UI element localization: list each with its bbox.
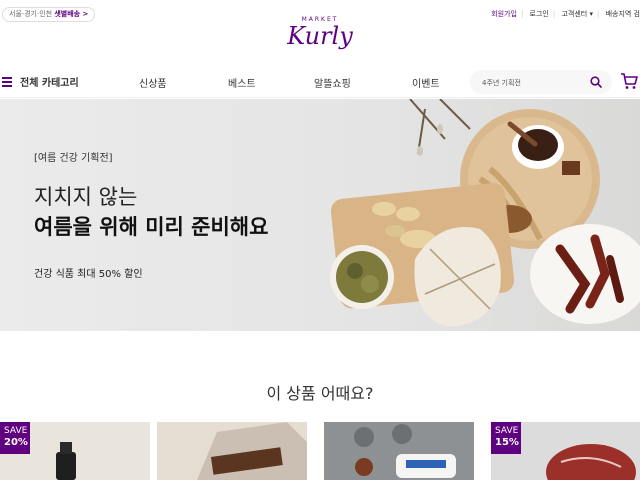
nav-bargain[interactable]: 알뜰쇼핑	[314, 75, 351, 90]
main-nav: 전체 카테고리 신상품 베스트 알뜰쇼핑 이벤트	[0, 66, 640, 98]
delivery-area-text: 서울·경기·인천	[9, 10, 53, 18]
product-image	[324, 422, 474, 480]
banner-subtitle: 건강 식품 최대 50% 할인	[34, 269, 143, 280]
login-link[interactable]: 로그인	[530, 10, 549, 18]
delivery-type-link: 샛별배송 >	[54, 10, 89, 18]
search-input[interactable]	[470, 71, 580, 95]
product-image	[157, 422, 307, 480]
banner-food-image	[330, 99, 640, 327]
nav-events[interactable]: 이벤트	[412, 75, 440, 90]
hamburger-icon	[2, 77, 12, 87]
logo-name-text: Kurly	[287, 22, 353, 50]
cart-icon[interactable]	[620, 72, 638, 90]
section-title: 이 상품 어때요?	[266, 384, 374, 403]
banner-headline-1: 지치지 않는	[34, 185, 138, 209]
main-banner[interactable]: [여름 건강 기획전] 지치지 않는 여름을 위해 미리 준비해요 건강 식품 …	[0, 99, 640, 331]
member-links: 회원가입 | 로그인 | 고객센터 ▾ | 배송지역 검	[491, 10, 640, 18]
delivery-area-pill[interactable]: 서울·경기·인천 샛별배송 >	[2, 7, 96, 22]
nav-new-products[interactable]: 신상품	[139, 75, 167, 90]
product-card[interactable]: SAVE 15%	[491, 422, 640, 480]
all-categories-label: 전체 카테고리	[20, 78, 79, 89]
signup-link[interactable]: 회원가입	[491, 10, 517, 18]
product-card[interactable]	[157, 422, 307, 480]
product-card[interactable]: SAVE 20%	[0, 422, 150, 480]
delivery-zone-link[interactable]: 배송지역 검	[606, 10, 640, 18]
banner-tag: [여름 건강 기획전]	[34, 153, 113, 164]
discount-badge-label: SAVE	[495, 426, 519, 436]
kurly-logo[interactable]: MARKET Kurly	[280, 16, 360, 64]
product-card[interactable]	[324, 422, 474, 480]
nav-best[interactable]: 베스트	[228, 75, 256, 90]
banner-headline-2: 여름을 위해 미리 준비해요	[34, 215, 269, 239]
customer-center-link[interactable]: 고객센터 ▾	[561, 10, 593, 18]
discount-badge-percent: 15%	[495, 437, 519, 448]
all-categories-button[interactable]: 전체 카테고리	[2, 74, 79, 89]
discount-badge-percent: 20%	[4, 437, 28, 448]
discount-badge-label: SAVE	[4, 426, 28, 436]
discount-badge: SAVE 20%	[0, 422, 30, 454]
search-box	[470, 70, 612, 95]
search-icon[interactable]	[590, 76, 602, 88]
discount-badge: SAVE 15%	[491, 422, 521, 454]
